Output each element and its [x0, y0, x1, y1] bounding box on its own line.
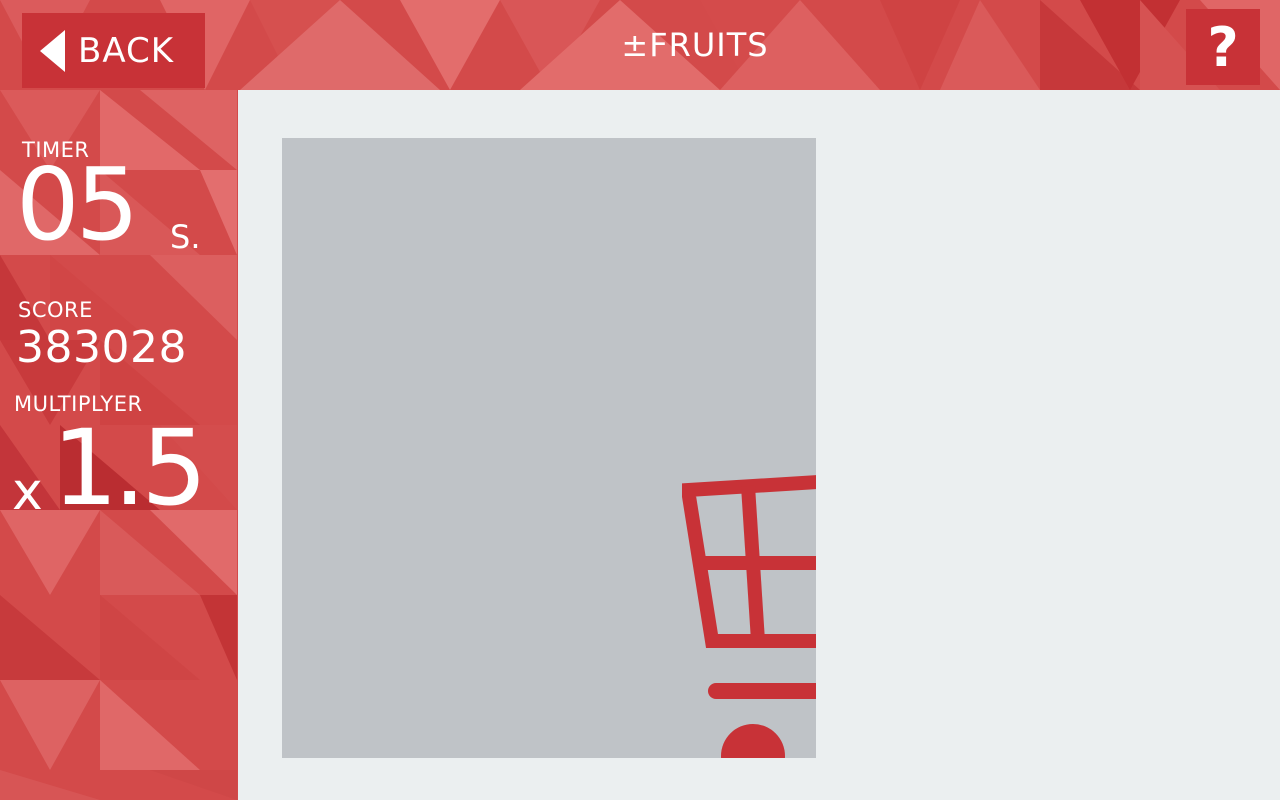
game-screen: BACK ±FRUITS ? TIMER 05 S. SCORE 383028 … [0, 0, 1280, 800]
timer-value: 05 [16, 146, 139, 263]
score-label: SCORE [18, 298, 93, 322]
back-arrow-icon [40, 29, 65, 72]
back-button-label: BACK [78, 30, 175, 71]
multiplier-prefix: x [12, 462, 43, 522]
game-board[interactable] [282, 138, 816, 758]
multiplier-value: 1.5 [52, 407, 207, 529]
top-bar: BACK ±FRUITS ? [0, 0, 1280, 90]
shopping-cart-icon[interactable] [682, 448, 816, 758]
timer-unit: S. [170, 218, 201, 256]
game-title: ±FRUITS [621, 26, 769, 64]
back-button[interactable]: BACK [22, 13, 205, 88]
play-area [238, 90, 1280, 800]
score-value: 383028 [16, 322, 187, 373]
hud-panel: TIMER 05 S. SCORE 383028 MULTIPLYER x 1.… [0, 90, 237, 800]
help-button[interactable]: ? [1186, 9, 1260, 85]
